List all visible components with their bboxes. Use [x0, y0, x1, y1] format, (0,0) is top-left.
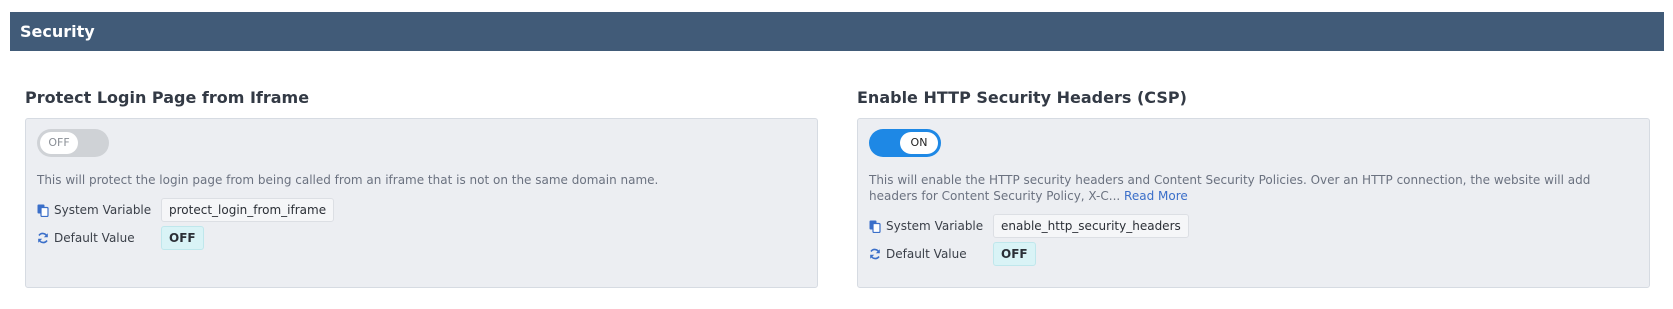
system-variable-label: System Variable [37, 203, 161, 217]
description-text: This will protect the login page from be… [37, 173, 659, 187]
description-text: This will enable the HTTP security heade… [869, 173, 1591, 203]
setting-protect-login-iframe: Protect Login Page from Iframe OFF This … [25, 86, 818, 288]
default-value-row: Default Value OFF [869, 242, 1638, 266]
system-variable-label: System Variable [869, 219, 993, 233]
refresh-icon [870, 248, 880, 260]
setting-description: This will enable the HTTP security heade… [869, 172, 1638, 204]
default-value-badge: OFF [993, 242, 1036, 266]
setting-title: Enable HTTP Security Headers (CSP) [857, 88, 1187, 107]
section-header: Security [10, 12, 1664, 51]
setting-panel: ON This will enable the HTTP security he… [857, 118, 1650, 288]
default-value-label: Default Value [37, 231, 161, 245]
protect-login-iframe-toggle[interactable]: OFF [37, 129, 109, 157]
system-variable-row: System Variable protect_login_from_ifram… [37, 198, 806, 222]
system-variable-label-text: System Variable [886, 219, 984, 233]
section-title: Security [20, 22, 95, 41]
copy-icon [869, 220, 881, 233]
setting-title: Protect Login Page from Iframe [25, 88, 310, 107]
toggle-state-label: ON [900, 132, 938, 154]
default-value-label-text: Default Value [54, 231, 135, 245]
default-value-row: Default Value OFF [37, 226, 806, 250]
default-value-badge: OFF [161, 226, 204, 250]
system-variable-row: System Variable enable_http_security_hea… [869, 214, 1638, 238]
read-more-link[interactable]: Read More [1124, 189, 1188, 203]
http-security-headers-toggle[interactable]: ON [869, 129, 941, 157]
system-variable-value: protect_login_from_iframe [161, 198, 335, 222]
system-variable-label-text: System Variable [54, 203, 152, 217]
toggle-state-label: OFF [40, 132, 78, 154]
setting-panel: OFF This will protect the login page fro… [25, 118, 818, 288]
default-value-label: Default Value [869, 247, 993, 261]
default-value-label-text: Default Value [886, 247, 967, 261]
refresh-icon [38, 232, 48, 244]
setting-description: This will protect the login page from be… [37, 172, 806, 188]
system-variable-value: enable_http_security_headers [993, 214, 1189, 238]
copy-icon [37, 204, 49, 217]
setting-http-security-headers: Enable HTTP Security Headers (CSP) ON Th… [857, 86, 1650, 288]
